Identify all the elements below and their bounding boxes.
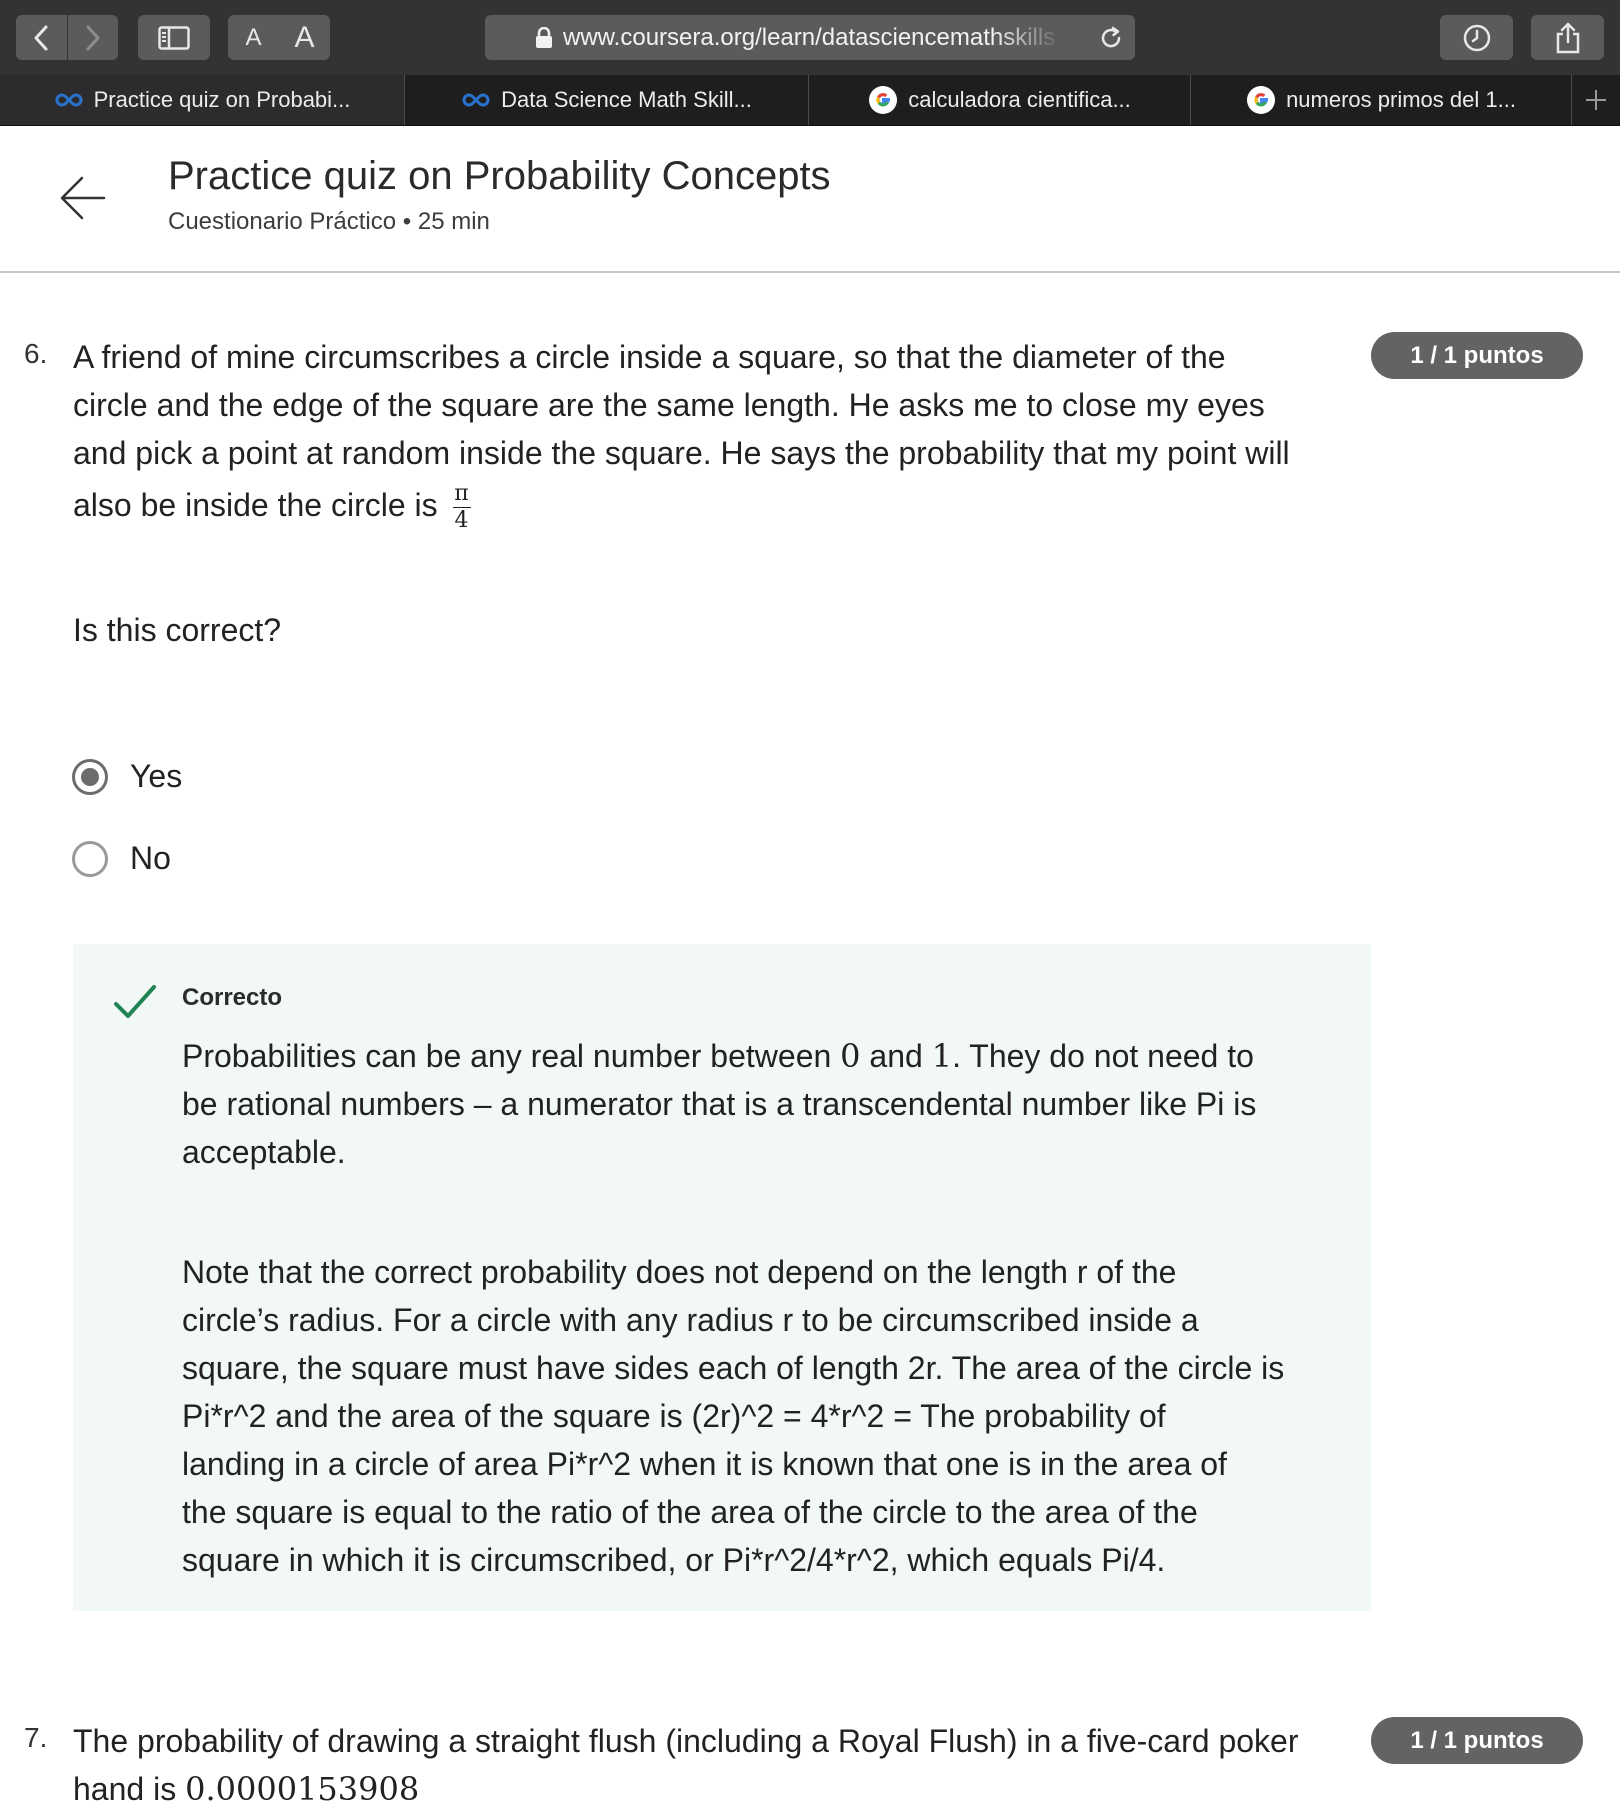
points-badge: 1 / 1 puntos	[1371, 1717, 1583, 1764]
feedback-paragraph-2: Note that the correct probability does n…	[182, 1248, 1362, 1584]
question-prompt: Is this correct?	[73, 612, 282, 648]
page-subtitle: Cuestionario Práctico • 25 min	[168, 208, 490, 235]
history-nav	[16, 15, 118, 60]
address-bar[interactable]: www.coursera.org/learn/datasciencemathsk…	[485, 15, 1135, 60]
chevron-left-icon	[34, 25, 48, 50]
tab-data-science-math[interactable]: Data Science Math Skill...	[405, 75, 809, 125]
question-line: The probability of drawing a straight fl…	[73, 1723, 1299, 1759]
browser-toolbar: A A www.coursera.org/learn/datasciencema…	[0, 0, 1620, 75]
feedback-line: landing in a circle of area Pi*r^2 when …	[182, 1446, 1227, 1482]
plus-icon	[1586, 90, 1606, 110]
new-tab-button[interactable]	[1572, 75, 1620, 125]
coursera-icon	[54, 92, 84, 108]
question-text: The probability of drawing a straight fl…	[73, 1717, 1373, 1813]
tab-label: calculadora cientifica...	[908, 87, 1131, 112]
question-text: A friend of mine circumscribes a circle …	[73, 333, 1373, 533]
font-smaller-button[interactable]: A	[228, 24, 279, 52]
chevron-right-icon	[86, 25, 100, 50]
tab-practice-quiz[interactable]: Practice quiz on Probabi...	[0, 75, 405, 125]
feedback-line: square, the square must have sides each …	[182, 1350, 1285, 1386]
reload-icon[interactable]	[1097, 24, 1125, 52]
option-label: Yes	[130, 758, 183, 794]
tab-label: Practice quiz on Probabi...	[93, 87, 351, 112]
pi-over-four-fraction: π 4	[452, 480, 471, 534]
checkmark-icon	[114, 985, 156, 1018]
radio-unselected[interactable]	[72, 840, 108, 877]
tab-strip: Practice quiz on Probabi... Data Science…	[0, 75, 1620, 126]
feedback-panel: Correcto Probabilities can be any real n…	[73, 944, 1371, 1611]
feedback-paragraph-1: Probabilities can be any real number bet…	[182, 1032, 1362, 1176]
feedback-line: Pi*r^2 and the area of the square is (2r…	[182, 1398, 1166, 1434]
question-line: A friend of mine circumscribes a circle …	[73, 339, 1226, 375]
page-title: Practice quiz on Probability Concepts	[168, 154, 831, 198]
question-line: and pick a point at random inside the sq…	[73, 435, 1290, 471]
tab-numeros-primos[interactable]: numeros primos del 1...	[1191, 75, 1572, 125]
coursera-icon	[461, 92, 491, 108]
question-number: 7.	[24, 1722, 48, 1753]
font-larger-button[interactable]: A	[279, 21, 330, 55]
history-button[interactable]	[1440, 15, 1513, 60]
fraction-numerator: π	[454, 480, 469, 506]
option-no[interactable]: No	[72, 840, 171, 877]
option-label: No	[130, 840, 171, 876]
tab-label: Data Science Math Skill...	[501, 87, 752, 112]
feedback-line: the square is equal to the ratio of the …	[182, 1494, 1198, 1530]
feedback-line: Note that the correct probability does n…	[182, 1254, 1177, 1290]
google-icon	[868, 85, 898, 115]
font-size-buttons: A A	[228, 15, 330, 60]
feedback-title: Correcto	[182, 984, 283, 1011]
feedback-line: Probabilities can be any real number bet…	[182, 1037, 1254, 1075]
feedback-line: circle’s radius. For a circle with any r…	[182, 1302, 1199, 1338]
radio-selected[interactable]	[72, 758, 108, 795]
probability-value: 0.0000153908	[185, 1770, 420, 1808]
question-line: hand is 0.0000153908	[73, 1770, 420, 1808]
question-line-text: also be inside the circle is	[73, 487, 438, 523]
back-arrow-icon[interactable]	[58, 174, 106, 222]
points-badge: 1 / 1 puntos	[1371, 332, 1583, 379]
sidebar-button[interactable]	[138, 15, 210, 60]
feedback-line: acceptable.	[182, 1134, 346, 1170]
tab-label: numeros primos del 1...	[1286, 87, 1516, 112]
sidebar-icon	[158, 25, 190, 50]
feedback-line: be rational numbers – a numerator that i…	[182, 1086, 1257, 1122]
lock-icon	[536, 26, 552, 48]
feedback-line: square in which it is circumscribed, or …	[182, 1542, 1166, 1578]
question-line: circle and the edge of the square are th…	[73, 387, 1265, 423]
quiz-header: Practice quiz on Probability Concepts Cu…	[0, 126, 1620, 273]
back-button[interactable]	[16, 15, 67, 60]
url-text: www.coursera.org/learn/datasciencemathsk…	[563, 23, 1056, 51]
question-line: also be inside the circle is π 4	[73, 481, 1373, 533]
option-yes[interactable]: Yes	[72, 758, 182, 795]
question-number: 6.	[24, 338, 48, 369]
fraction-denominator: 4	[454, 508, 469, 534]
tab-calculadora[interactable]: calculadora cientifica...	[809, 75, 1191, 125]
share-button[interactable]	[1531, 15, 1604, 60]
clock-icon	[1463, 24, 1490, 51]
forward-button[interactable]	[67, 15, 118, 60]
share-icon	[1556, 22, 1579, 53]
google-icon	[1246, 85, 1276, 115]
